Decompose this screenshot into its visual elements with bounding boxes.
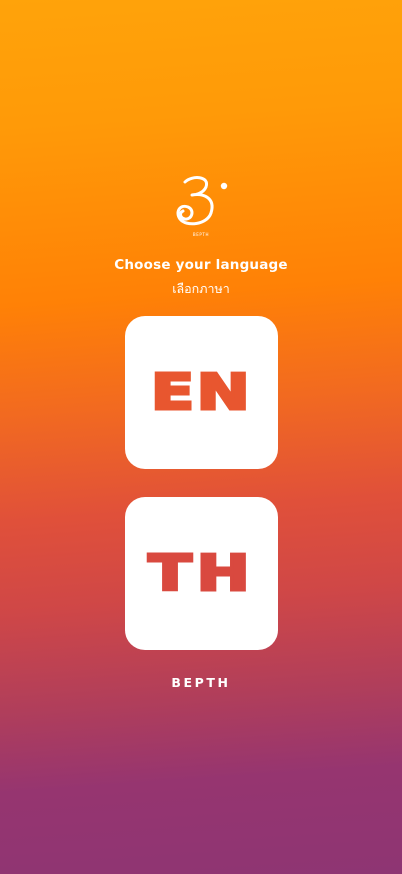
logo-caption: BEPTH: [192, 232, 210, 237]
language-code-en: EN: [149, 364, 253, 421]
bepth-logo: BEPTH: [170, 175, 232, 241]
language-button-th[interactable]: TH: [125, 497, 278, 650]
bepth-logo-icon: [176, 176, 228, 226]
choose-language-title-thai: เลือกภาษา: [172, 281, 230, 296]
language-button-en[interactable]: EN: [125, 316, 278, 469]
brand-name: BEPTH: [171, 675, 231, 690]
choose-language-title: Choose your language: [114, 257, 288, 273]
language-code-th: TH: [146, 545, 255, 602]
